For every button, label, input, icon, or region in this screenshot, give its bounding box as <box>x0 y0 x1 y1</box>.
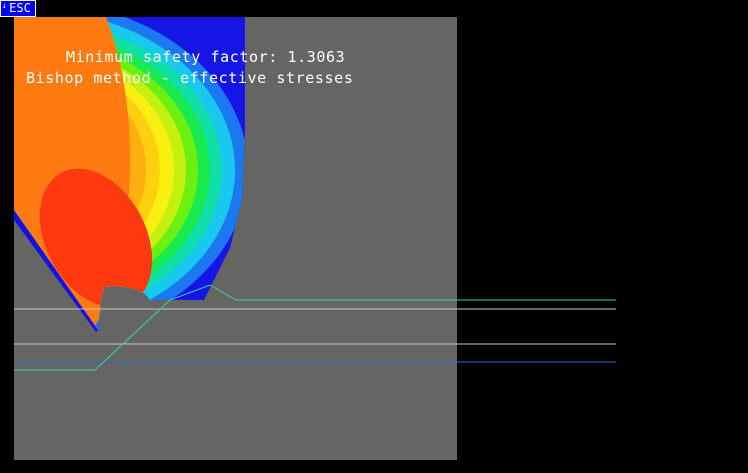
esc-button[interactable]: ↓ ESC <box>0 0 36 17</box>
method-text: Bishop method - effective stresses <box>26 69 354 87</box>
arrow-icon: ↓ <box>2 1 7 10</box>
esc-label: ESC <box>9 1 31 15</box>
minimum-safety-factor-text: Minimum safety factor: 1.3063 <box>66 48 346 66</box>
